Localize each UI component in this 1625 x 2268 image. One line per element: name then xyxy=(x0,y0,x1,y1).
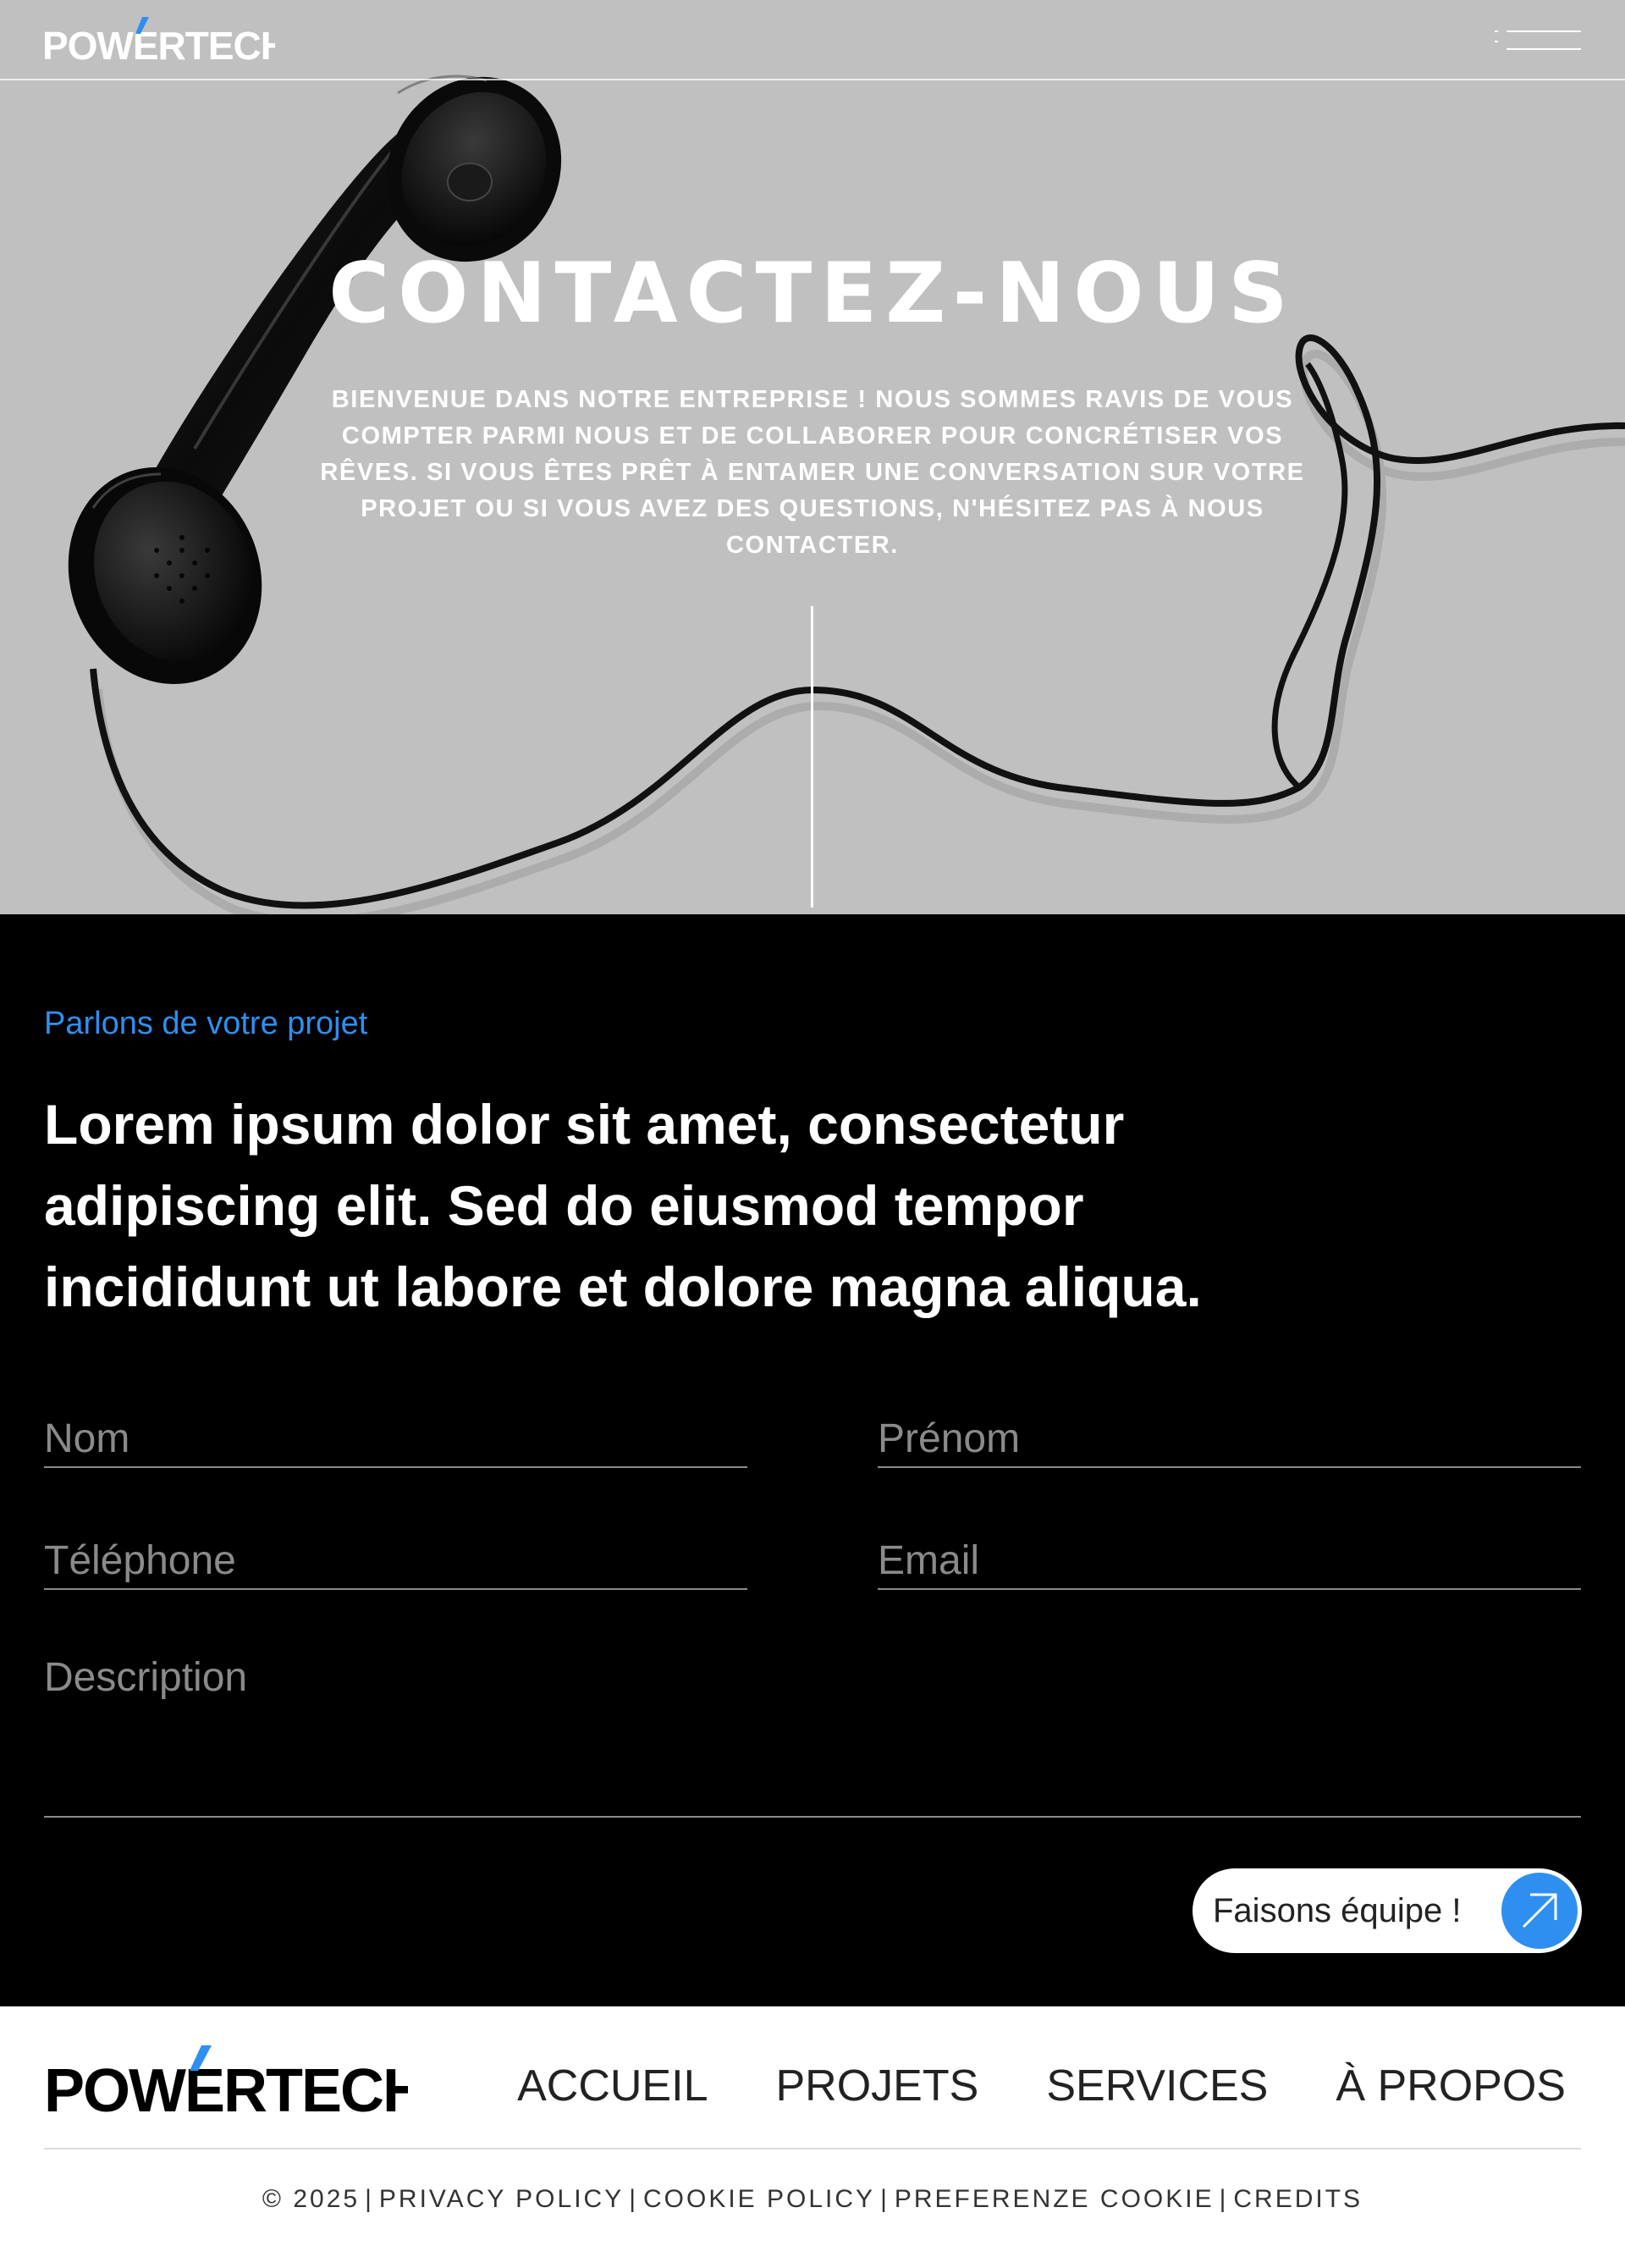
svg-text:POWERTECH: POWERTECH xyxy=(44,2057,408,2122)
powertech-logo[interactable]: POWERTECH xyxy=(42,14,275,66)
footer-nav-a-propos[interactable]: À PROPOS xyxy=(1336,2059,1566,2113)
email-field-wrapper xyxy=(878,1517,1581,1590)
section-heading: Lorem ipsum dolor sit amet, consectetur … xyxy=(44,1093,1202,1318)
separator: | xyxy=(365,2185,374,2213)
description-field-wrapper xyxy=(44,1639,1581,1818)
contact-section: Parlons de votre projet Lorem ipsum dolo… xyxy=(0,914,1625,2006)
section-kicker: Parlons de votre projet xyxy=(44,1006,368,1041)
nom-field-wrapper xyxy=(44,1395,747,1468)
footer-divider xyxy=(44,2148,1581,2149)
nom-field[interactable] xyxy=(44,1395,747,1466)
top-navigation-bar: POWERTECH xyxy=(0,0,1625,80)
powertech-logo-footer[interactable]: POWERTECH xyxy=(44,2040,408,2122)
separator: | xyxy=(629,2185,638,2213)
description-field[interactable] xyxy=(44,1639,1581,1816)
email-field[interactable] xyxy=(878,1517,1581,1588)
scroll-indicator-line xyxy=(811,606,813,908)
footer-nav-services[interactable]: SERVICES xyxy=(1046,2059,1268,2113)
arrow-up-right-icon xyxy=(1501,1873,1578,1949)
footer-nav-projets[interactable]: PROJETS xyxy=(776,2059,979,2113)
svg-text:POWERTECH: POWERTECH xyxy=(42,24,275,66)
copyright-text: © 2025 xyxy=(262,2185,361,2213)
prenom-field-wrapper xyxy=(878,1395,1581,1468)
separator: | xyxy=(1219,2185,1229,2213)
credits-link[interactable]: CREDITS xyxy=(1233,2185,1363,2213)
privacy-policy-link[interactable]: PRIVACY POLICY xyxy=(379,2185,624,2213)
footer-nav-accueil[interactable]: ACCUEIL xyxy=(517,2059,708,2113)
hero-intro-text: BIENVENUE DANS NOTRE ENTREPRISE ! NOUS S… xyxy=(320,386,1305,559)
telephone-field-wrapper xyxy=(44,1517,747,1590)
submit-button-label: Faisons équipe ! xyxy=(1213,1892,1462,1929)
page-title: CONTACTEZ-NOUS xyxy=(328,246,1297,342)
cookie-policy-link[interactable]: COOKIE POLICY xyxy=(643,2185,875,2213)
legal-links: © 2025 | PRIVACY POLICY | COOKIE POLICY | PREF… xyxy=(0,2182,1625,2216)
footer-navigation: ACCUEIL PROJETS SERVICES À PROPOS xyxy=(517,2059,1566,2113)
site-footer: POWERTECH ACCUEIL PROJETS SERVICES À PRO… xyxy=(0,2006,1625,2268)
telephone-field[interactable] xyxy=(44,1517,747,1588)
separator: | xyxy=(880,2185,890,2213)
hero-section: POWERTECH CONTACTEZ-NOUS BIENVENUE DANS … xyxy=(0,0,1625,914)
cookie-preferences-link[interactable]: PREFERENZE COOKIE xyxy=(895,2185,1215,2213)
prenom-field[interactable] xyxy=(878,1395,1581,1466)
hamburger-menu-icon[interactable] xyxy=(1495,25,1584,54)
submit-button[interactable]: Faisons équipe ! xyxy=(1193,1868,1582,1953)
